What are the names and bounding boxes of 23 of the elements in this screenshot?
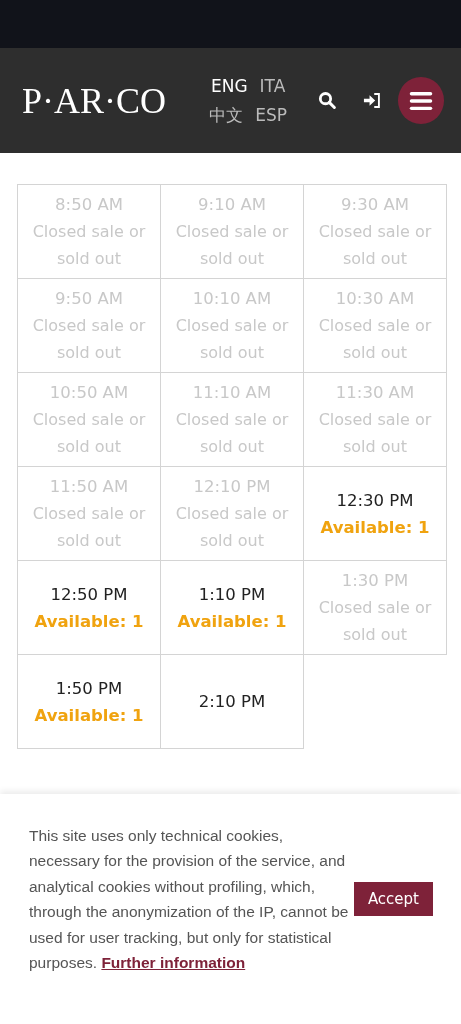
slot-time: 2:10 PM <box>198 691 266 713</box>
slot-availability: Available: 1 <box>34 704 144 727</box>
slot-availability: Available: 1 <box>177 610 287 633</box>
language-link[interactable]: ESP <box>255 100 288 130</box>
slot-time: 12:30 PM <box>336 489 414 512</box>
accept-button[interactable]: Accept <box>353 882 433 916</box>
time-slot[interactable]: 2:10 PM <box>160 654 304 749</box>
language-link[interactable]: ITA <box>259 71 286 101</box>
menu-icon <box>408 91 433 110</box>
slot-time: 12:50 PM <box>50 583 128 606</box>
language-link[interactable]: 中文 <box>209 100 244 130</box>
menu-button[interactable] <box>397 77 444 124</box>
language-link[interactable]: ENG <box>210 71 248 101</box>
sign-in-icon[interactable] <box>363 91 382 110</box>
logo[interactable]: P·AR·CO <box>22 79 167 122</box>
further-information-link[interactable]: Further information <box>101 954 246 971</box>
search-icon[interactable] <box>318 91 337 110</box>
slot-time: 1:10 PM <box>198 583 266 606</box>
time-slot[interactable]: 1:50 PM Available: 1 <box>17 654 161 749</box>
slot-time: 1:50 PM <box>55 677 123 700</box>
slot-availability: Available: 1 <box>34 610 144 633</box>
cookie-notice: This site uses only technical cookies, necessary for the provision of the service, and analytical cookies without profiling, which, through the anonymization of the IP, cannot be used for user tracking, but only for statistical purposes. Further information <box>29 825 350 973</box>
slot-availability: Available: 1 <box>320 516 430 539</box>
